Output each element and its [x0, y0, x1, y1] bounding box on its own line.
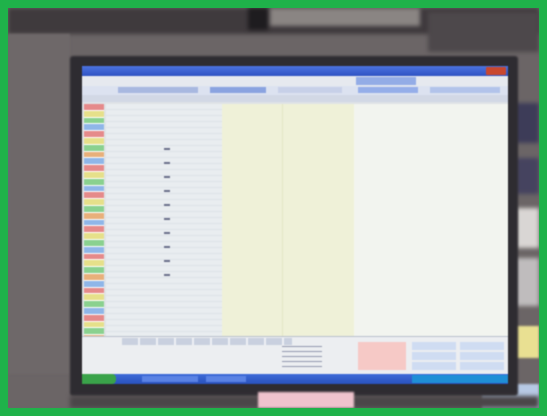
color-cell: [84, 205, 104, 213]
color-cell: [84, 151, 104, 159]
left-wall-area: [8, 34, 70, 374]
taskbar-item[interactable]: [206, 376, 246, 382]
sheet-column-divider: [282, 104, 283, 336]
photo-scene: [8, 8, 539, 408]
color-cell: [84, 294, 104, 302]
window-controls[interactable]: [486, 67, 506, 75]
toolbar-field[interactable]: [278, 87, 342, 93]
color-cell: [84, 328, 104, 336]
color-cell: [84, 233, 104, 240]
color-cell: [84, 131, 104, 138]
color-cell: [84, 321, 104, 329]
color-cell: [84, 260, 104, 268]
color-cell: [84, 239, 104, 247]
toolbar-row: [82, 76, 508, 86]
sheet-middle-area: [222, 104, 354, 336]
toolbar-field[interactable]: [210, 87, 266, 93]
wall-card: [516, 208, 539, 248]
blue-button[interactable]: [412, 362, 456, 370]
color-cell: [84, 199, 104, 206]
start-button[interactable]: [82, 374, 116, 384]
color-cell: [84, 273, 104, 281]
toolbar-blue-box[interactable]: [356, 77, 416, 85]
color-cell: [84, 137, 104, 145]
color-cell: [84, 226, 104, 234]
toolbar-field[interactable]: [358, 87, 418, 93]
toolbar-field[interactable]: [118, 87, 198, 93]
column-header: [82, 95, 508, 102]
ceiling-beam: [248, 8, 268, 30]
color-cell: [84, 171, 104, 179]
system-tray: [412, 375, 508, 383]
color-cell: [84, 124, 104, 132]
color-cell: [84, 287, 104, 295]
sheet-right-area: [354, 104, 508, 336]
left-color-column: [84, 104, 104, 375]
color-cell: [84, 158, 104, 166]
color-cell: [84, 267, 104, 274]
color-cell: [84, 144, 104, 152]
upper-right-fixture: [428, 12, 539, 52]
color-cell: [84, 314, 104, 322]
sheet-dots: [164, 136, 170, 286]
blue-button[interactable]: [412, 352, 456, 360]
window-titlebar: [82, 66, 508, 76]
color-cell: [84, 192, 104, 200]
taskbar-item[interactable]: [142, 376, 198, 382]
color-cell: [84, 246, 104, 254]
ceiling-light: [270, 8, 420, 26]
blue-button[interactable]: [412, 342, 456, 350]
monitor-screen: [82, 66, 508, 384]
color-cell: [84, 301, 104, 308]
blue-button[interactable]: [460, 362, 504, 370]
color-cell: [84, 219, 104, 227]
bottom-tab-strip: [122, 338, 292, 345]
bottom-text-block: [282, 346, 322, 370]
pink-label-note: [258, 392, 354, 408]
color-cell: [84, 165, 104, 172]
color-cell: [84, 253, 104, 261]
color-cell: [84, 178, 104, 186]
color-cell: [84, 117, 104, 125]
color-cell: [84, 185, 104, 193]
color-cell: [84, 307, 104, 315]
toolbar-field[interactable]: [430, 87, 500, 93]
color-cell: [84, 280, 104, 288]
color-cell: [84, 110, 104, 118]
blue-button[interactable]: [460, 352, 504, 360]
blue-button[interactable]: [460, 342, 504, 350]
pink-panel[interactable]: [358, 342, 406, 370]
color-cell: [84, 212, 104, 220]
color-cell: [84, 104, 104, 111]
